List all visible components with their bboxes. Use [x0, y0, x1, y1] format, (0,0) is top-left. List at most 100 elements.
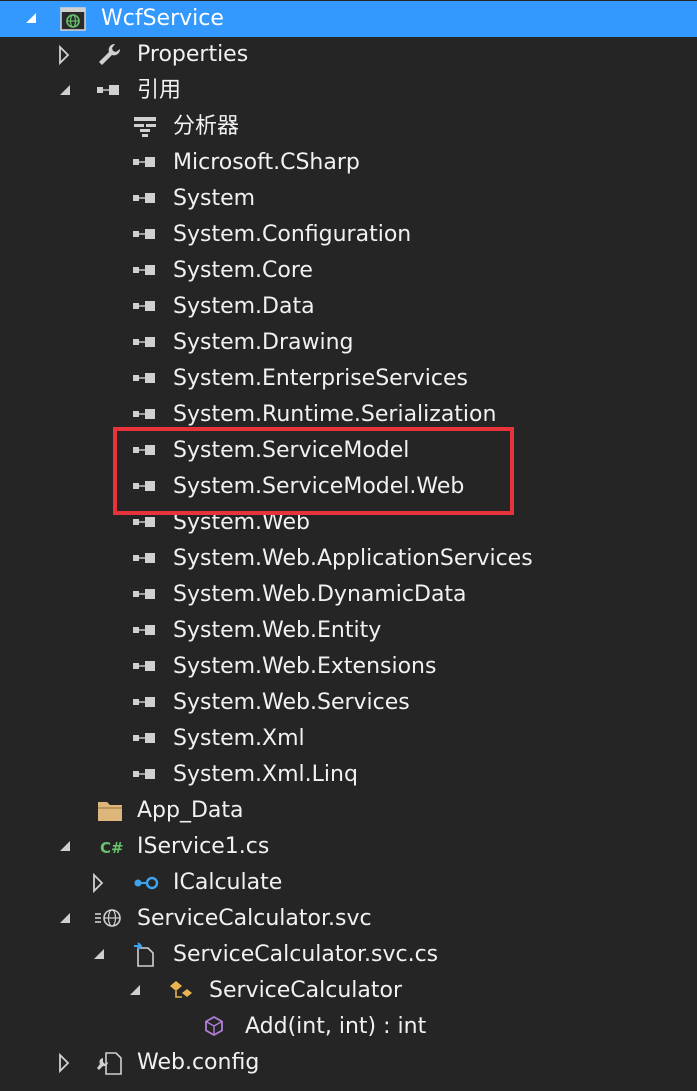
- expanded-arrow-icon[interactable]: [128, 973, 148, 1009]
- method-label: Add(int, int) : int: [245, 1014, 427, 1039]
- reference-label: Microsoft.CSharp: [173, 150, 360, 175]
- expanded-arrow-icon[interactable]: [58, 901, 78, 937]
- web-config-label: Web.config: [137, 1050, 260, 1075]
- tree-item-method-add[interactable]: Add(int, int) : int: [0, 1009, 697, 1045]
- tree-item-class[interactable]: ServiceCalculator: [0, 973, 697, 1009]
- svc-file-icon: [94, 906, 122, 932]
- reference-label: System.ServiceModel.Web: [173, 474, 465, 499]
- method-icon: [203, 1014, 231, 1040]
- collapsed-arrow-icon[interactable]: [58, 1045, 78, 1081]
- reference-icon: [132, 546, 160, 572]
- reference-icon: [96, 78, 124, 104]
- reference-icon: [132, 330, 160, 356]
- reference-label: System.Web.Entity: [173, 618, 382, 643]
- reference-item[interactable]: System.Xml.Linq: [0, 757, 697, 793]
- properties-label: Properties: [137, 42, 249, 67]
- reference-icon: [132, 402, 160, 428]
- folder-icon: [96, 798, 124, 824]
- reference-item[interactable]: System.ServiceModel.Web: [0, 469, 697, 505]
- class-label: ServiceCalculator: [209, 978, 403, 1003]
- expanded-arrow-icon[interactable]: [92, 937, 112, 973]
- solution-explorer-tree: WcfService Properties 引用 分析器 Microsoft.C…: [0, 0, 697, 1091]
- tree-item-analyzers[interactable]: 分析器: [0, 109, 697, 145]
- reference-icon: [132, 690, 160, 716]
- reference-label: System.Web.Services: [173, 690, 410, 715]
- reference-icon: [132, 582, 160, 608]
- svc-cs-label: ServiceCalculator.svc.cs: [173, 942, 439, 967]
- expanded-arrow-icon[interactable]: [24, 1, 44, 37]
- tree-item-project[interactable]: WcfService: [0, 1, 697, 37]
- reference-item[interactable]: System: [0, 181, 697, 217]
- expanded-arrow-icon[interactable]: [58, 829, 78, 865]
- reference-icon: [132, 186, 160, 212]
- csharp-file-icon: C#: [98, 834, 126, 860]
- reference-item[interactable]: System.Xml: [0, 721, 697, 757]
- reference-icon: [132, 474, 160, 500]
- tree-item-iservice-file[interactable]: C# IService1.cs: [0, 829, 697, 865]
- reference-item[interactable]: System.Runtime.Serialization: [0, 397, 697, 433]
- reference-label: System.Runtime.Serialization: [173, 402, 497, 427]
- reference-label: System.Web: [173, 510, 310, 535]
- collapsed-arrow-icon[interactable]: [92, 865, 112, 901]
- reference-icon: [132, 654, 160, 680]
- reference-icon: [132, 222, 160, 248]
- reference-item[interactable]: System.Core: [0, 253, 697, 289]
- interface-icon: [132, 870, 160, 896]
- svc-file-label: ServiceCalculator.svc: [137, 906, 372, 931]
- reference-label: System.EnterpriseServices: [173, 366, 468, 391]
- reference-icon: [132, 258, 160, 284]
- reference-item[interactable]: Microsoft.CSharp: [0, 145, 697, 181]
- reference-item[interactable]: System.EnterpriseServices: [0, 361, 697, 397]
- tree-item-svc-cs-file[interactable]: ServiceCalculator.svc.cs: [0, 937, 697, 973]
- icalculate-label: ICalculate: [173, 870, 283, 895]
- tree-item-app-data[interactable]: App_Data: [0, 793, 697, 829]
- web-project-icon: [60, 6, 88, 32]
- project-name: WcfService: [101, 6, 224, 31]
- reference-label: System.Xml.Linq: [173, 762, 358, 787]
- reference-label: System.ServiceModel: [173, 438, 410, 463]
- reference-item[interactable]: System.Web.Extensions: [0, 649, 697, 685]
- reference-item[interactable]: System.Data: [0, 289, 697, 325]
- config-file-icon: [96, 1050, 124, 1076]
- app-data-label: App_Data: [137, 798, 244, 823]
- reference-icon: [132, 762, 160, 788]
- reference-item[interactable]: System.Web.Services: [0, 685, 697, 721]
- tree-item-references[interactable]: 引用: [0, 73, 697, 109]
- analyzers-label: 分析器: [173, 114, 240, 139]
- svg-text:C#: C#: [100, 839, 124, 857]
- reference-label: System.Data: [173, 294, 315, 319]
- collapsed-arrow-icon[interactable]: [58, 37, 78, 73]
- reference-label: System: [173, 186, 256, 211]
- tree-item-svc-file[interactable]: ServiceCalculator.svc: [0, 901, 697, 937]
- iservice-label: IService1.cs: [137, 834, 270, 859]
- expanded-arrow-icon[interactable]: [58, 73, 78, 109]
- tree-item-icalculate[interactable]: ICalculate: [0, 865, 697, 901]
- reference-item[interactable]: System.Drawing: [0, 325, 697, 361]
- reference-label: System.Drawing: [173, 330, 354, 355]
- reference-icon: [132, 150, 160, 176]
- class-icon: [168, 978, 196, 1004]
- reference-label: System.Web.DynamicData: [173, 582, 467, 607]
- reference-item[interactable]: System.Web.DynamicData: [0, 577, 697, 613]
- reference-icon: [132, 618, 160, 644]
- reference-item[interactable]: System.Web.ApplicationServices: [0, 541, 697, 577]
- reference-icon: [132, 510, 160, 536]
- reference-icon: [132, 726, 160, 752]
- reference-label: System.Core: [173, 258, 313, 283]
- reference-label: System.Web.Extensions: [173, 654, 437, 679]
- reference-icon: [132, 366, 160, 392]
- references-label: 引用: [137, 78, 182, 103]
- tree-item-web-config[interactable]: Web.config: [0, 1045, 697, 1081]
- reference-label: System.Xml: [173, 726, 305, 751]
- reference-item[interactable]: System.Web: [0, 505, 697, 541]
- analyzer-icon: [132, 114, 160, 140]
- reference-item[interactable]: System.ServiceModel: [0, 433, 697, 469]
- reference-icon: [132, 294, 160, 320]
- reference-label: System.Configuration: [173, 222, 412, 247]
- reference-item[interactable]: System.Web.Entity: [0, 613, 697, 649]
- tree-item-properties[interactable]: Properties: [0, 37, 697, 73]
- reference-item[interactable]: System.Configuration: [0, 217, 697, 253]
- reference-icon: [132, 438, 160, 464]
- wrench-icon: [96, 42, 124, 68]
- reference-label: System.Web.ApplicationServices: [173, 546, 533, 571]
